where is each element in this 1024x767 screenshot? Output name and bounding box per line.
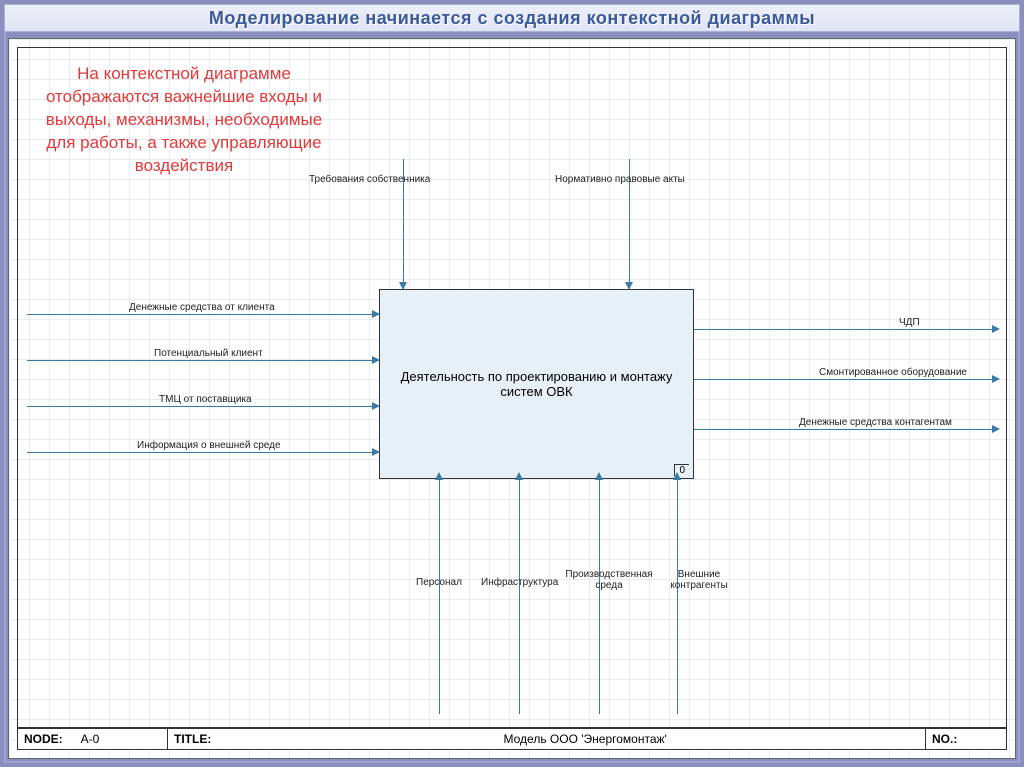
input-arrow-4	[27, 452, 379, 453]
mechanism-arrow-2	[519, 479, 520, 714]
mechanism-arrowhead-3	[595, 472, 603, 480]
mechanism-label-3: Производственная среда	[564, 569, 654, 591]
input-label-3: ТМЦ от поставщика	[159, 394, 252, 405]
input-label-2: Потенциальный клиент	[154, 348, 263, 359]
activity-box: Деятельность по проектированию и монтажу…	[379, 289, 694, 479]
output-arrow-1	[694, 329, 994, 330]
slide-title: Моделирование начинается с создания конт…	[209, 8, 815, 29]
input-arrowhead-2	[372, 356, 380, 364]
mechanism-label-2: Инфраструктура	[481, 577, 558, 588]
input-arrowhead-3	[372, 402, 380, 410]
footer-no-label: NO.:	[932, 732, 957, 746]
control-label-2: Нормативно правовые акты	[555, 174, 685, 185]
mechanism-arrowhead-2	[515, 472, 523, 480]
footer-no-cell: NO.:	[926, 729, 1006, 749]
output-arrow-3	[694, 429, 994, 430]
mechanism-arrowhead-1	[435, 472, 443, 480]
output-label-1: ЧДП	[899, 317, 920, 328]
footer-node-label: NODE:	[24, 732, 63, 746]
slide-title-bar: Моделирование начинается с создания конт…	[4, 4, 1020, 32]
annotation-text: На контекстной диаграмме отображаются ва…	[29, 63, 339, 178]
control-arrowhead-1	[399, 282, 407, 290]
input-arrow-3	[27, 406, 379, 407]
input-arrow-2	[27, 360, 379, 361]
footer-title-label: TITLE:	[174, 732, 211, 746]
mechanism-arrow-4	[677, 479, 678, 714]
mechanism-label-1: Персонал	[416, 577, 462, 588]
input-arrowhead-4	[372, 448, 380, 456]
activity-label: Деятельность по проектированию и монтажу…	[390, 369, 683, 399]
control-label-1: Требования собственника	[309, 174, 430, 185]
mechanism-arrowhead-4	[673, 472, 681, 480]
output-arrow-2	[694, 379, 994, 380]
diagram-footer: NODE: A-0 TITLE: Модель ООО 'Энергомонта…	[17, 728, 1007, 750]
footer-node-value: A-0	[81, 732, 100, 746]
footer-title-value: Модель ООО 'Энергомонтаж'	[251, 732, 919, 746]
output-arrowhead-2	[992, 375, 1000, 383]
footer-title-cell: TITLE: Модель ООО 'Энергомонтаж'	[168, 729, 926, 749]
mechanism-label-4: Внешние контрагенты	[654, 569, 744, 591]
output-arrowhead-1	[992, 325, 1000, 333]
output-label-3: Денежные средства контагентам	[799, 417, 952, 428]
mechanism-arrow-3	[599, 479, 600, 714]
output-arrowhead-3	[992, 425, 1000, 433]
input-label-4: Информация о внешней среде	[137, 440, 281, 451]
output-label-2: Смонтированное оборудование	[819, 367, 967, 378]
footer-node-cell: NODE: A-0	[18, 729, 168, 749]
mechanism-arrow-1	[439, 479, 440, 714]
input-label-1: Денежные средства от клиента	[129, 302, 275, 313]
control-arrowhead-2	[625, 282, 633, 290]
input-arrowhead-1	[372, 310, 380, 318]
input-arrow-1	[27, 314, 379, 315]
diagram-canvas: На контекстной диаграмме отображаются ва…	[8, 38, 1016, 759]
